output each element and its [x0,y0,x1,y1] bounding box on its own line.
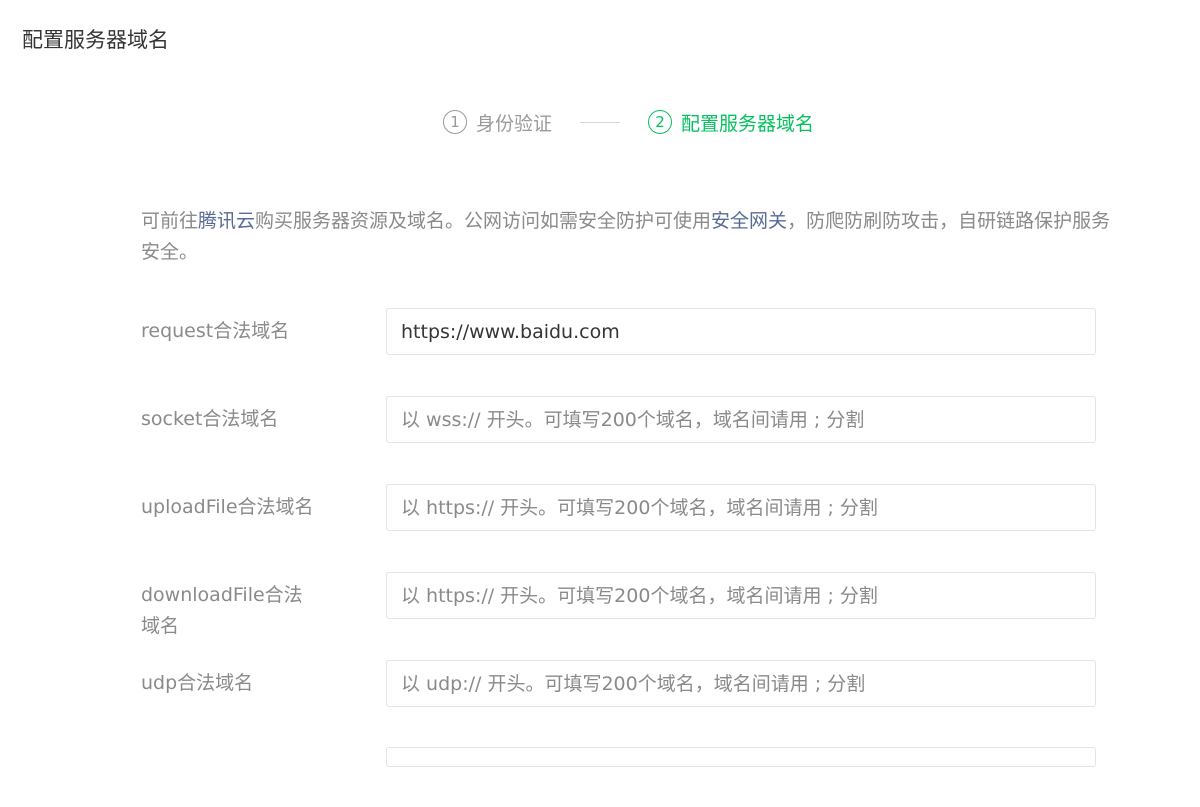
step-indicator: 1 身份验证 2 配置服务器域名 [0,106,1200,138]
next-domain-input[interactable] [386,747,1096,767]
udp-domain-input[interactable] [386,660,1096,707]
step-number: 2 [648,110,672,134]
form-row-socket: socket合法域名 [0,396,1200,456]
form-row-downloadfile: downloadFile合法域名 [0,572,1200,637]
step-label: 配置服务器域名 [681,112,815,135]
page-title: 配置服务器域名 [22,28,169,52]
step-configure-domain: 2 配置服务器域名 [648,106,814,138]
form-row-request: request合法域名 [0,308,1200,368]
intro-text: 可前往腾讯云购买服务器资源及域名。公网访问如需安全防护可使用安全网关，防爬防刷防… [141,206,1113,268]
form-row-udp: udp合法域名 [0,660,1200,720]
udp-domain-label: udp合法域名 [141,672,254,694]
uploadfile-domain-input[interactable] [386,484,1096,531]
intro-text-middle: 购买服务器资源及域名。公网访问如需安全防护可使用 [255,210,712,232]
request-domain-label: request合法域名 [141,320,290,342]
socket-domain-input[interactable] [386,396,1096,443]
step-identity-verification: 1 身份验证 [443,106,552,138]
form-row-next [0,747,1200,807]
socket-domain-label: socket合法域名 [141,408,279,430]
request-domain-input[interactable] [386,308,1096,355]
uploadfile-domain-label: uploadFile合法域名 [141,496,314,518]
downloadfile-domain-label: downloadFile合法域名 [141,584,303,637]
security-gateway-link[interactable]: 安全网关 [711,210,787,232]
tencent-cloud-link[interactable]: 腾讯云 [198,210,255,232]
downloadfile-domain-input[interactable] [386,572,1096,619]
step-number: 1 [443,110,467,134]
step-divider [580,122,620,123]
form-row-uploadfile: uploadFile合法域名 [0,484,1200,544]
step-label: 身份验证 [476,112,553,135]
intro-text-before: 可前往 [141,210,199,232]
